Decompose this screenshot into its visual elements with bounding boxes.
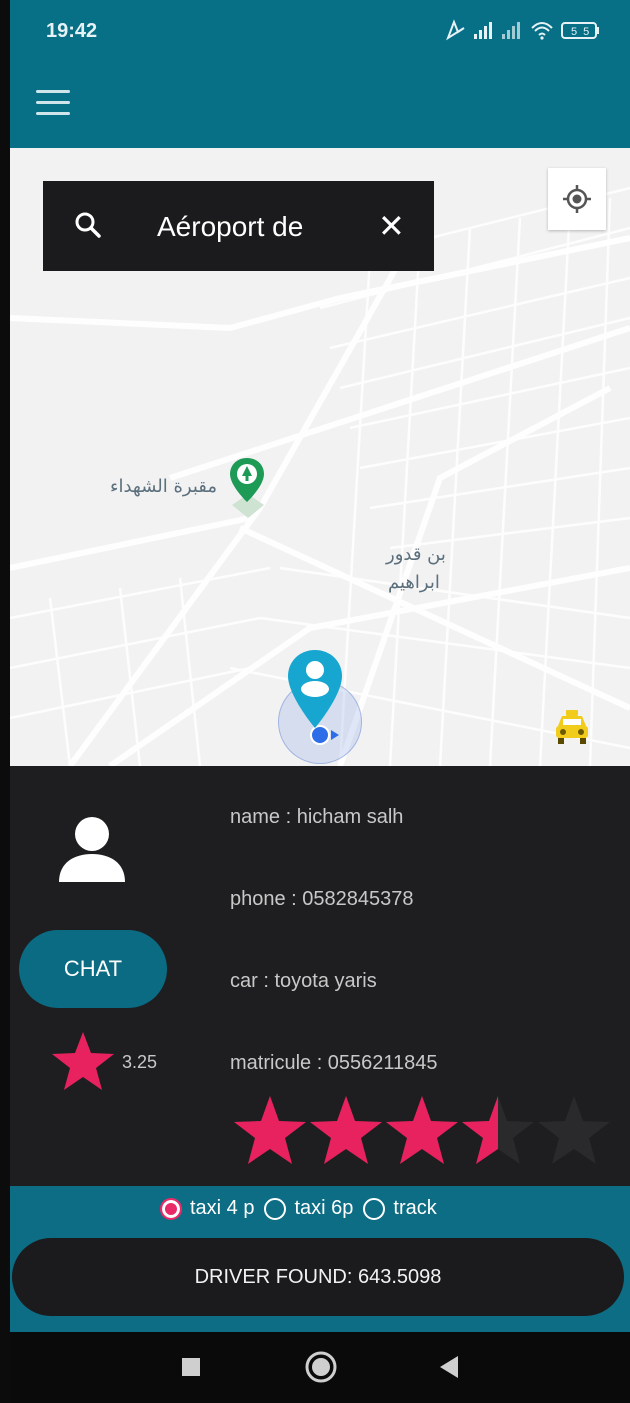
- driver-car: car : toyota yaris: [230, 970, 377, 992]
- driver-rating-stars: [234, 1096, 610, 1164]
- vehicle-options: taxi 4 p taxi 6p track: [160, 1197, 447, 1220]
- status-time: 19:42: [46, 20, 98, 42]
- radio-label-taxi-4p[interactable]: taxi 4 p: [190, 1197, 254, 1220]
- map-label-2: ابراهيم: [388, 572, 440, 593]
- person-icon: [59, 817, 125, 882]
- my-location-button[interactable]: [548, 168, 606, 230]
- taxi-icon[interactable]: [552, 708, 592, 748]
- rating-star-5: [538, 1096, 610, 1164]
- radio-label-track[interactable]: track: [393, 1197, 436, 1220]
- map-label-1: بن قدور: [386, 544, 446, 565]
- battery-level: 55: [571, 26, 595, 38]
- signal-icon-2: [502, 22, 520, 39]
- radio-track[interactable]: [363, 1197, 386, 1220]
- my-location-icon: [563, 185, 591, 213]
- menu-icon[interactable]: [36, 90, 70, 116]
- radio-taxi-6p[interactable]: [264, 1197, 287, 1220]
- park-pin-icon[interactable]: [228, 456, 266, 504]
- rating-star-4: [462, 1096, 534, 1164]
- rating-star-3: [386, 1096, 458, 1164]
- driver-rating-value: 3.25: [122, 1052, 158, 1072]
- search-icon[interactable]: [73, 210, 103, 240]
- app-bar: [10, 62, 630, 148]
- stop-icon[interactable]: [180, 1356, 202, 1378]
- rating-star-2: [310, 1096, 382, 1164]
- back-icon[interactable]: [438, 1354, 460, 1380]
- star-icon: [52, 1032, 114, 1090]
- driver-found-button[interactable]: DRIVER FOUND: 643.5098: [12, 1238, 624, 1316]
- chat-button[interactable]: CHAT: [19, 930, 167, 1008]
- radio-label-taxi-6p[interactable]: taxi 6p: [294, 1197, 353, 1220]
- user-location-pin-icon[interactable]: [286, 648, 344, 730]
- location-icon: [446, 19, 465, 41]
- close-icon[interactable]: ✕: [378, 207, 405, 245]
- rating-star-1: [234, 1096, 306, 1164]
- status-icons: 55: [440, 18, 610, 47]
- wifi-icon: [531, 22, 553, 36]
- status-bar: 19:42 55: [10, 0, 630, 62]
- map-label-cemetery: مقبرة الشهداء: [110, 476, 218, 497]
- search-bar[interactable]: Aéroport de ✕: [43, 181, 434, 271]
- radio-taxi-4p[interactable]: [160, 1197, 182, 1220]
- system-nav-bar: [10, 1332, 630, 1403]
- driver-matricule: matricule : 0556211845: [230, 1052, 438, 1074]
- driver-phone: phone : 0582845378: [230, 888, 414, 910]
- search-input[interactable]: Aéroport de: [157, 211, 303, 243]
- signal-icon-1: [474, 22, 492, 39]
- driver-name: name : hicham salh: [230, 806, 404, 828]
- home-icon[interactable]: [304, 1350, 338, 1384]
